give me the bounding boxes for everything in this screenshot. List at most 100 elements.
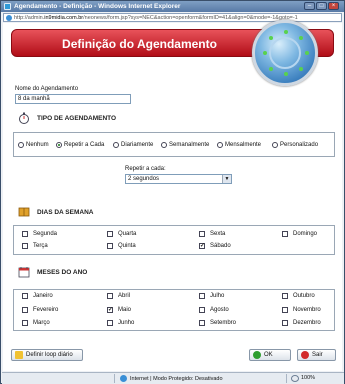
- ok-label: OK: [264, 352, 273, 358]
- checkbox-domingo[interactable]: Domingo: [282, 231, 317, 237]
- globe-icon: [6, 15, 12, 21]
- radio-label: Mensalmente: [225, 142, 262, 148]
- name-label: Nome do Agendamento: [15, 86, 79, 92]
- checkbox[interactable]: [107, 293, 113, 299]
- checkbox-label: Domingo: [293, 231, 318, 237]
- status-separator: [114, 374, 115, 383]
- radio-label: Semanalmente: [169, 142, 210, 148]
- clock-mark: [263, 51, 267, 55]
- checkbox-label: Outubro: [293, 293, 315, 299]
- checkbox-maio[interactable]: ✓ Maio: [107, 307, 131, 313]
- globe-icon: [120, 375, 127, 382]
- radio-personalizado[interactable]: Personalizado: [272, 142, 318, 148]
- radio-button[interactable]: [113, 142, 119, 148]
- maximize-button[interactable]: □: [316, 2, 327, 10]
- calendar-icon: [18, 267, 30, 278]
- check-icon: [253, 351, 261, 359]
- checkbox-agosto[interactable]: Agosto: [199, 307, 229, 313]
- browser-window: Agendamento - Definição - Windows Intern…: [0, 0, 345, 384]
- radio-semanalmente[interactable]: Semanalmente: [161, 142, 209, 148]
- exit-button[interactable]: Sair: [297, 349, 336, 361]
- clock-ring: [269, 37, 301, 69]
- clock-mark: [305, 51, 309, 55]
- checkbox-terca[interactable]: Terça: [22, 243, 48, 249]
- checkbox-janeiro[interactable]: Janeiro: [22, 293, 53, 299]
- checkbox[interactable]: [22, 293, 28, 299]
- checkbox-marco[interactable]: Março: [22, 320, 50, 326]
- checkbox[interactable]: [22, 320, 28, 326]
- daily-loop-button[interactable]: Definir loop diário: [11, 349, 83, 361]
- radio-label: Repetir a Cada: [64, 142, 105, 148]
- checkbox[interactable]: [199, 231, 205, 237]
- ok-button[interactable]: OK: [249, 349, 291, 361]
- checkbox[interactable]: [282, 293, 288, 299]
- checkbox-sabado[interactable]: ✓ Sábado: [199, 243, 231, 249]
- chevron-down-icon[interactable]: ▼: [222, 175, 231, 183]
- weekdays-title: DIAS DA SEMANA: [37, 209, 94, 216]
- repeat-select-value: 2 segundos: [128, 176, 160, 182]
- radio-label: Nenhum: [26, 142, 49, 148]
- status-separator: [286, 374, 287, 383]
- checkbox[interactable]: [199, 293, 205, 299]
- star-icon: [15, 351, 23, 359]
- clock-mark: [284, 72, 288, 76]
- zoom-level[interactable]: 100%: [301, 375, 315, 381]
- checkbox-dezembro[interactable]: Dezembro: [282, 320, 321, 326]
- checkbox-quinta[interactable]: Quinta: [107, 243, 136, 249]
- radio-repetir[interactable]: Repetir a Cada: [56, 142, 104, 148]
- checkbox[interactable]: [107, 243, 113, 249]
- checkbox-label: Terça: [33, 243, 48, 249]
- checkbox-label: Segunda: [33, 231, 58, 237]
- zoom-icon[interactable]: [291, 375, 299, 382]
- clock-mark: [284, 30, 288, 34]
- radio-nenhum[interactable]: Nenhum: [18, 142, 49, 148]
- radio-mensalmente[interactable]: Mensalmente: [217, 142, 261, 148]
- security-zone-label: Internet | Modo Protegido: Desativado: [130, 375, 223, 382]
- radio-label: Personalizado: [280, 142, 319, 148]
- radio-label: Diariamente: [121, 142, 154, 148]
- radio-button[interactable]: [217, 142, 223, 148]
- radio-button[interactable]: [56, 142, 62, 148]
- checkbox-sexta[interactable]: Sexta: [199, 231, 225, 237]
- checkbox-quarta[interactable]: Quarta: [107, 231, 136, 237]
- checkbox[interactable]: [282, 320, 288, 326]
- checkbox-julho[interactable]: Julho: [199, 293, 224, 299]
- checkbox-novembro[interactable]: Novembro: [282, 307, 321, 313]
- exit-label: Sair: [312, 352, 323, 358]
- checkbox[interactable]: [107, 231, 113, 237]
- checkbox-fevereiro[interactable]: Fevereiro: [22, 307, 58, 313]
- name-input[interactable]: 8 da manhã: [15, 94, 131, 104]
- checkbox[interactable]: ✓: [199, 243, 205, 249]
- clock-mark: [299, 67, 303, 71]
- checkbox-junho[interactable]: Junho: [107, 320, 134, 326]
- repeat-select[interactable]: 2 segundos ▼: [125, 174, 232, 184]
- checkbox-label: Julho: [210, 293, 225, 299]
- stopwatch-icon: [19, 112, 29, 124]
- book-icon: [18, 207, 30, 217]
- minimize-button[interactable]: –: [304, 2, 315, 10]
- close-button[interactable]: ×: [328, 2, 339, 10]
- checkbox[interactable]: [22, 231, 28, 237]
- checkbox[interactable]: [22, 307, 28, 313]
- checkbox-outubro[interactable]: Outubro: [282, 293, 315, 299]
- checkbox-setembro[interactable]: Setembro: [199, 320, 236, 326]
- daily-loop-label: Definir loop diário: [26, 352, 73, 358]
- checkbox-label: Janeiro: [33, 293, 53, 299]
- checkbox[interactable]: [22, 243, 28, 249]
- checkbox-label: Novembro: [293, 307, 321, 313]
- checkbox[interactable]: [282, 231, 288, 237]
- checkbox[interactable]: ✓: [107, 307, 113, 313]
- radio-button[interactable]: [272, 142, 278, 148]
- title-bar: Agendamento - Definição - Windows Intern…: [1, 1, 344, 12]
- checkbox[interactable]: [282, 307, 288, 313]
- radio-button[interactable]: [161, 142, 167, 148]
- radio-button[interactable]: [18, 142, 24, 148]
- checkbox[interactable]: [199, 307, 205, 313]
- checkbox-label: Agosto: [210, 307, 229, 313]
- checkbox[interactable]: [199, 320, 205, 326]
- security-zone[interactable]: Internet | Modo Protegido: Desativado: [120, 375, 223, 382]
- checkbox[interactable]: [107, 320, 113, 326]
- checkbox-segunda[interactable]: Segunda: [22, 231, 57, 237]
- checkbox-abril[interactable]: Abril: [107, 293, 130, 299]
- radio-diariamente[interactable]: Diariamente: [113, 142, 153, 148]
